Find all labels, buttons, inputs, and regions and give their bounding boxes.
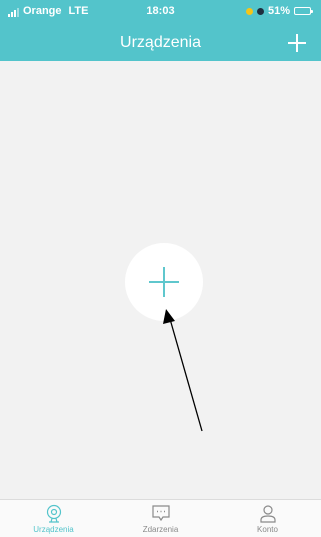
battery-icon (294, 7, 313, 15)
camera-icon (46, 504, 61, 523)
header-add-button[interactable] (287, 33, 307, 53)
tab-zdarzenia[interactable]: Zdarzenia (107, 500, 214, 537)
add-device-button[interactable] (125, 243, 203, 321)
alarm-icon (256, 7, 264, 15)
tab-urzadzenia[interactable]: Urządzenia (0, 500, 107, 537)
tab-label: Urządzenia (33, 525, 74, 534)
status-bar: Orange LTE 18:03 51% (0, 0, 321, 22)
battery-percent: 51% (267, 5, 290, 17)
page-title: Urządzenia (120, 34, 201, 51)
arrow-shaft (169, 318, 203, 432)
tab-label: Konto (257, 525, 278, 534)
user-icon (259, 505, 276, 523)
tab-konto[interactable]: Konto (214, 500, 321, 537)
status-right: 51% (245, 5, 313, 17)
app-header: Orange LTE 18:03 51% Urządzenia (0, 0, 321, 61)
moon-icon (245, 7, 253, 15)
message-icon (151, 505, 170, 522)
tab-bar: Urządzenia Zdarzenia Konto (0, 499, 321, 537)
device-list-area (0, 61, 321, 499)
tab-label: Zdarzenia (142, 525, 179, 534)
